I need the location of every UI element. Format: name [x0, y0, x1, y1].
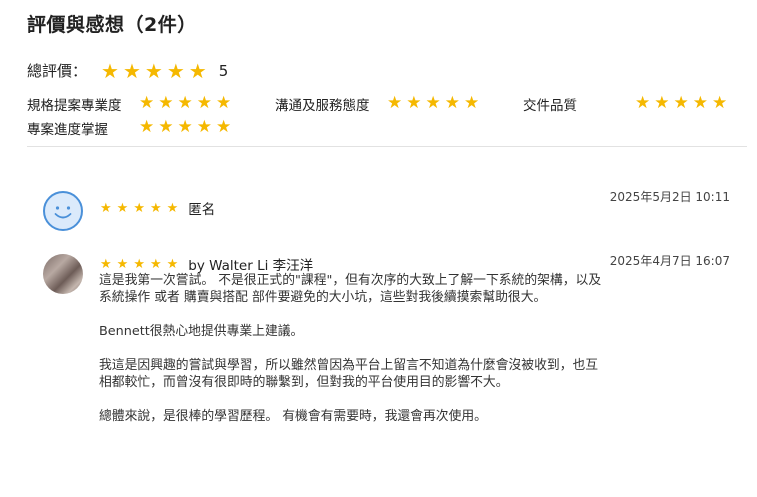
review-stars: ★ ★ ★ ★ ★: [100, 258, 178, 271]
overall-stars: ★ ★ ★ ★ ★: [101, 61, 207, 81]
star-icon: ★: [406, 93, 422, 113]
star-icon: ★: [166, 256, 179, 272]
star-icon: ★: [464, 93, 480, 113]
overall-rating: 總評價： ★ ★ ★ ★ ★ 5: [27, 60, 228, 81]
star-icon: ★: [116, 200, 129, 216]
criterion-label: 專案進度掌握: [27, 122, 108, 138]
overall-score: 5: [218, 61, 229, 80]
review-item: ★ ★ ★ ★ ★ 匿名 2025年5月2日 10:11: [43, 190, 743, 233]
star-icon: ★: [158, 117, 174, 137]
criterion-communication: 溝通及服務態度 ★ ★ ★ ★ ★: [275, 94, 479, 115]
star-icon: ★: [188, 58, 207, 83]
criterion-stars: ★ ★ ★ ★ ★: [635, 95, 727, 112]
star-icon: ★: [216, 117, 232, 137]
criterion-stars: ★ ★ ★ ★ ★: [387, 95, 479, 112]
reviewer-name: by Walter Li 李汪洋: [188, 258, 314, 274]
star-icon: ★: [100, 256, 112, 272]
star-icon: ★: [177, 93, 193, 113]
star-icon: ★: [673, 93, 689, 113]
star-icon: ★: [101, 58, 119, 83]
divider: [27, 146, 747, 147]
page-title: 評價與感想（2件）: [27, 14, 197, 36]
criterion-stars: ★ ★ ★ ★ ★: [139, 95, 231, 112]
star-icon: ★: [216, 93, 232, 113]
criterion-spec-proposal: 規格提案專業度 ★ ★ ★ ★ ★: [27, 94, 231, 115]
star-icon: ★: [196, 93, 212, 113]
star-icon: ★: [139, 117, 155, 137]
avatar: [43, 191, 83, 231]
overall-rating-label: 總評價：: [27, 62, 88, 80]
star-icon: ★: [149, 256, 162, 272]
avatar: [43, 254, 83, 294]
criterion-stars: ★ ★ ★ ★ ★: [139, 119, 231, 136]
criterion-progress: 專案進度掌握 ★ ★ ★ ★ ★: [27, 118, 231, 139]
star-icon: ★: [166, 200, 179, 216]
star-icon: ★: [133, 200, 145, 216]
star-icon: ★: [177, 117, 193, 137]
criterion-delivery-quality: 交件品質 ★ ★ ★ ★ ★: [523, 94, 727, 115]
star-icon: ★: [712, 93, 728, 113]
star-icon: ★: [133, 256, 145, 272]
star-icon: ★: [122, 58, 141, 83]
review-stars: ★ ★ ★ ★ ★: [100, 202, 178, 215]
star-icon: ★: [387, 93, 403, 113]
star-icon: ★: [116, 256, 129, 272]
star-icon: ★: [444, 93, 460, 113]
review-header: ★ ★ ★ ★ ★ by Walter Li 李汪洋: [100, 254, 314, 275]
star-icon: ★: [100, 200, 112, 216]
review-header: ★ ★ ★ ★ ★ 匿名: [100, 198, 216, 219]
star-icon: ★: [692, 93, 708, 113]
reviewer-name: 匿名: [188, 202, 216, 218]
review-date: 2025年4月7日 16:07: [609, 254, 730, 268]
review-paragraph: Bennett很熱心地提供專業上建議。: [99, 324, 304, 339]
star-icon: ★: [196, 117, 212, 137]
criterion-label: 規格提案專業度: [27, 98, 122, 114]
star-icon: ★: [654, 93, 670, 113]
review-paragraph: 這是我第一次嘗試。 不是很正式的"課程"，但有次序的大致上了解一下系統的架構，以…: [99, 273, 602, 305]
star-icon: ★: [149, 200, 162, 216]
smiley-face-icon: [54, 206, 72, 219]
review-paragraph: 我這是因興趣的嘗試與學習，所以雖然曾因為平台上留言不知道為什麼會沒被收到，也互相…: [99, 358, 599, 390]
review-item: ★ ★ ★ ★ ★ by Walter Li 李汪洋 2025年4月7日 16:07 這…: [43, 254, 743, 454]
review-paragraph: 總體來說，是很棒的學習歷程。 有機會有需要時，我還會再次使用。: [99, 409, 487, 424]
star-icon: ★: [635, 93, 651, 113]
criterion-label: 溝通及服務態度: [275, 98, 370, 114]
criterion-label: 交件品質: [523, 98, 577, 114]
star-icon: ★: [425, 93, 441, 113]
star-icon: ★: [144, 58, 163, 83]
star-icon: ★: [166, 58, 185, 83]
star-icon: ★: [158, 93, 174, 113]
review-date: 2025年5月2日 10:11: [609, 190, 730, 204]
review-text: 這是我第一次嘗試。 不是很正式的"課程"，但有次序的大致上了解一下系統的架構，以…: [99, 272, 605, 442]
star-icon: ★: [139, 93, 155, 113]
